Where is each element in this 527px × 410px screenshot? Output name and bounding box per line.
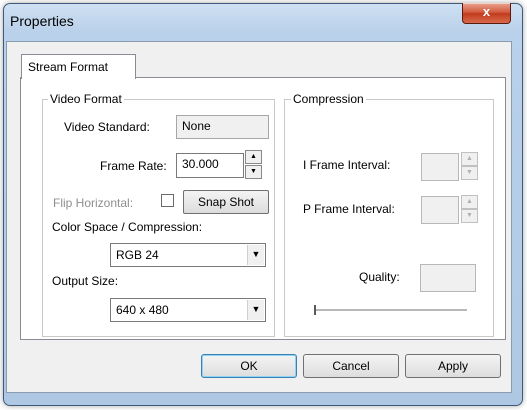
flip-horizontal-checkbox[interactable] bbox=[161, 194, 174, 207]
cancel-button[interactable]: Cancel bbox=[303, 354, 399, 378]
i-frame-spin-down: ▼ bbox=[461, 166, 478, 180]
video-standard-value: None bbox=[182, 119, 211, 133]
quality-label: Quality: bbox=[359, 270, 400, 284]
output-size-value: 640 x 480 bbox=[116, 303, 169, 317]
close-icon: x bbox=[482, 4, 491, 19]
chevron-down-icon: ▼ bbox=[247, 300, 264, 320]
apply-button[interactable]: Apply bbox=[405, 354, 501, 378]
i-frame-interval-input bbox=[421, 153, 459, 181]
frame-rate-label: Frame Rate: bbox=[100, 159, 167, 173]
frame-rate-value: 30.000 bbox=[182, 157, 219, 171]
cancel-label: Cancel bbox=[332, 359, 370, 373]
i-frame-interval-label: I Frame Interval: bbox=[303, 158, 391, 172]
close-button[interactable]: x bbox=[462, 3, 511, 24]
color-space-value: RGB 24 bbox=[116, 248, 159, 262]
p-frame-interval-label: P Frame Interval: bbox=[303, 202, 395, 216]
snap-shot-button[interactable]: Snap Shot bbox=[183, 190, 269, 214]
video-standard-field: None bbox=[176, 115, 269, 139]
color-space-label: Color Space / Compression: bbox=[52, 220, 203, 234]
tab-stream-format[interactable]: Stream Format bbox=[21, 54, 136, 79]
output-size-label: Output Size: bbox=[52, 274, 119, 288]
apply-label: Apply bbox=[437, 359, 469, 373]
video-standard-label: Video Standard: bbox=[64, 120, 150, 134]
compression-group-label: Compression bbox=[291, 92, 366, 106]
window-title: Properties bbox=[10, 13, 74, 29]
i-frame-spin-up: ▲ bbox=[461, 152, 478, 166]
ok-button[interactable]: OK bbox=[201, 354, 297, 378]
p-frame-spin-down: ▼ bbox=[461, 209, 478, 223]
flip-horizontal-label: Flip Horizontal: bbox=[53, 196, 134, 210]
frame-rate-spin-up[interactable]: ▲ bbox=[245, 150, 262, 164]
p-frame-interval-input bbox=[421, 196, 459, 224]
snap-shot-label: Snap Shot bbox=[197, 195, 255, 209]
chevron-down-icon: ▼ bbox=[247, 245, 264, 265]
p-frame-spin-up: ▲ bbox=[461, 195, 478, 209]
color-space-select[interactable]: RGB 24 ▼ bbox=[110, 243, 266, 267]
quality-slider-track[interactable] bbox=[314, 309, 467, 312]
video-format-group-label: Video Format bbox=[48, 92, 124, 106]
quality-input bbox=[420, 264, 476, 292]
quality-slider-thumb[interactable] bbox=[314, 305, 316, 315]
frame-rate-input[interactable]: 30.000 bbox=[176, 153, 244, 178]
output-size-select[interactable]: 640 x 480 ▼ bbox=[110, 298, 266, 322]
frame-rate-spin-down[interactable]: ▼ bbox=[245, 165, 262, 179]
tab-label: Stream Format bbox=[28, 60, 109, 74]
ok-label: OK bbox=[240, 359, 258, 373]
